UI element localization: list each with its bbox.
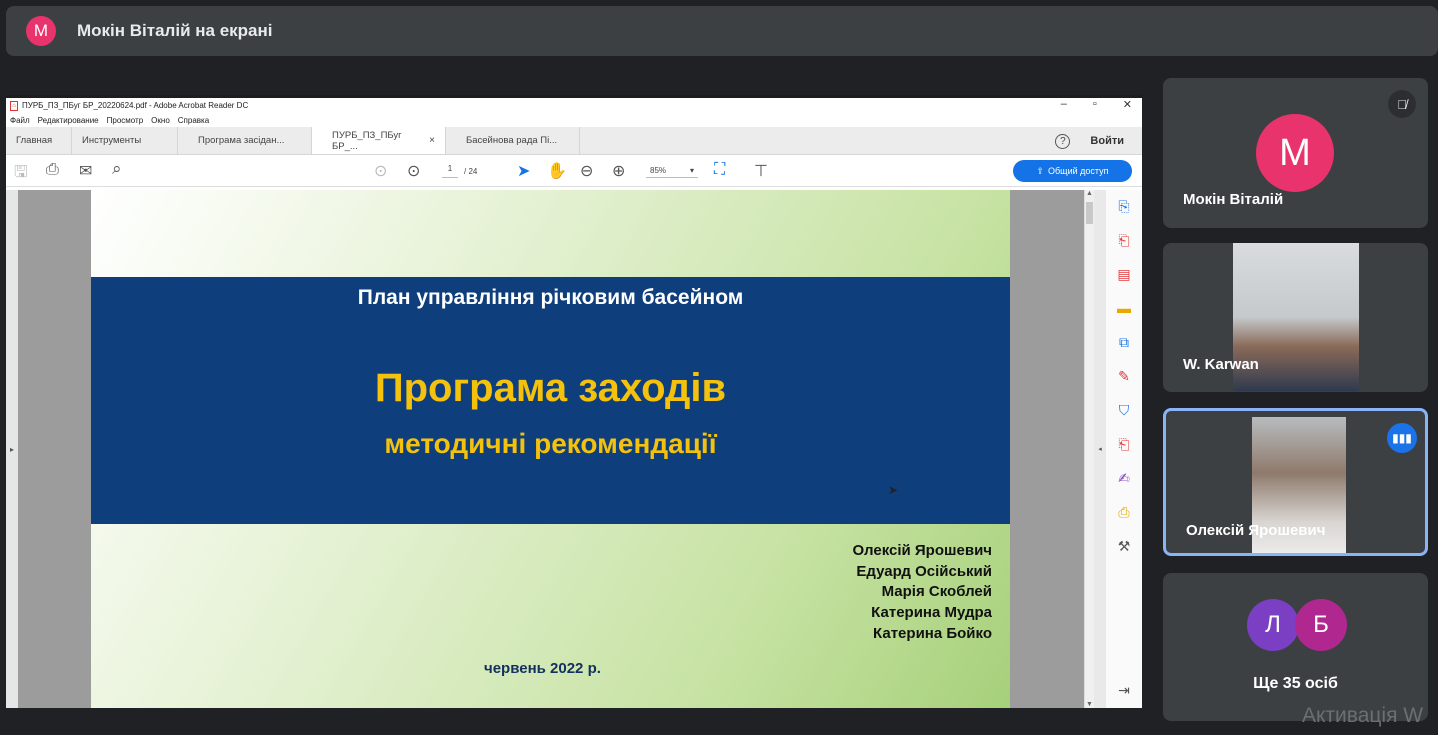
left-panel-toggle[interactable]: ▸ [6, 190, 18, 708]
print-icon[interactable]: ⎙ [46, 161, 59, 179]
menu-bar: Файл Редактирование Просмотр Окно Справк… [6, 113, 1142, 127]
tab-doc-basin[interactable]: Басейнова рада Пі... [446, 127, 580, 154]
hand-tool-icon[interactable]: ✋ [547, 161, 567, 181]
participant-name: Мокін Віталій [1183, 191, 1284, 208]
zoom-select[interactable]: 85% ▾ [646, 164, 698, 178]
author: Катерина Бойко [873, 624, 992, 642]
comment-icon[interactable]: ▬ [1116, 300, 1132, 316]
tools-panel: ⎘ ⎗ ▤ ▬ ⧉ ✎ ⛉ ⎗ ✍ ⎙ ⚒ ⇥ [1106, 190, 1142, 708]
annotate-icon[interactable]: ⊤ [754, 161, 768, 181]
participant-tile[interactable]: M 🎙̸ Мокін Віталій [1163, 78, 1428, 228]
organize-pages-icon[interactable]: ⎙ [1116, 504, 1132, 520]
close-icon[interactable]: ✕ [1123, 98, 1132, 111]
presenter-banner: M Мокін Віталій на екрані [6, 6, 1438, 56]
author: Олексій Ярошевич [852, 542, 992, 559]
fill-sign-icon[interactable]: ✎ [1116, 368, 1132, 384]
save-icon[interactable]: 🖫 [14, 161, 28, 188]
shared-screen[interactable]: ⌂ ПУРБ_ПЗ_ПБуг БР_20220624.pdf - Adobe A… [6, 95, 1142, 708]
tab-tools[interactable]: Инструменты [72, 127, 178, 154]
maximize-icon[interactable]: ▫ [1093, 98, 1097, 111]
help-icon[interactable]: ? [1055, 133, 1071, 149]
more-participants-label: Ще 35 осіб [1253, 675, 1338, 692]
slide-date: червень 2022 р. [484, 660, 601, 677]
slide-authors: Олексій Ярошевич Едуард Осійський Марія … [853, 541, 992, 645]
combine-files-icon[interactable]: ⧉ [1116, 334, 1132, 350]
collapse-panel-icon[interactable]: ⇥ [1116, 682, 1132, 698]
tab-home[interactable]: Главная [6, 127, 72, 154]
slide-title: Програма заходів [374, 366, 727, 410]
document-area[interactable]: ▸ План управління річковим басейном Прог… [6, 190, 1142, 708]
participant-name: W. Karwan [1183, 356, 1259, 373]
menu-file[interactable]: Файл [10, 116, 30, 125]
window-titlebar: ⌂ ПУРБ_ПЗ_ПБуг БР_20220624.pdf - Adobe A… [6, 95, 1142, 113]
author: Катерина Мудра [871, 604, 992, 622]
menu-help[interactable]: Справка [178, 116, 209, 125]
next-page-icon[interactable]: ⊙ [407, 161, 420, 181]
email-icon[interactable]: ✉ [79, 161, 92, 181]
tab-doc-purb[interactable]: ПУРБ_ПЗ_ПБуг БР_... × [312, 127, 446, 154]
scroll-down-icon[interactable]: ▼ [1086, 701, 1093, 708]
menu-view[interactable]: Просмотр [107, 116, 144, 125]
author: Марія Скоблей [881, 583, 992, 601]
tab-doc-program[interactable]: Програма засідан... [178, 127, 312, 154]
presenter-avatar: M [26, 16, 56, 46]
edit-pdf-icon[interactable]: ▤ [1116, 266, 1132, 282]
menu-edit[interactable]: Редактирование [38, 116, 99, 125]
speaking-indicator-icon: ▮▮▮ [1387, 423, 1417, 453]
share-button[interactable]: ⇪ Общий доступ [1013, 160, 1132, 182]
slide-subtitle: План управління річковим басейном [357, 286, 744, 309]
pdf-file-icon: ⌂ [10, 100, 18, 111]
zoom-out-icon[interactable]: ⊖ [580, 161, 593, 181]
fit-page-icon[interactable]: ⛶ [714, 161, 725, 179]
presenter-text: Мокін Віталій на екрані [77, 21, 273, 40]
more-tools-icon[interactable]: ⚒ [1116, 538, 1132, 554]
page-input[interactable]: 1 [442, 164, 458, 178]
share-icon: ⇪ [1036, 165, 1045, 176]
login-button[interactable]: Войти [1090, 135, 1124, 147]
participant-name: Олексій Ярошевич [1186, 522, 1326, 539]
signature-icon[interactable]: ✍ [1116, 470, 1132, 486]
menu-window[interactable]: Окно [151, 116, 170, 125]
slide-page: План управління річковим басейном Програ… [91, 190, 1010, 708]
participant-avatar: M [1256, 114, 1334, 192]
page-indicator: 1 / 24 [442, 164, 477, 178]
windows-activation-watermark: Активація W [1302, 704, 1424, 727]
minimize-icon[interactable]: – [1061, 98, 1067, 111]
participant-tile[interactable]: W. Karwan [1163, 243, 1428, 392]
create-pdf-icon[interactable]: ⎗ [1116, 232, 1132, 248]
more-participants-tile[interactable]: Л Б Ще 35 осіб [1163, 573, 1428, 721]
pdf-tool-icon[interactable]: ⎗ [1116, 436, 1132, 452]
window-title: ПУРБ_ПЗ_ПБуг БР_20220624.pdf - Adobe Acr… [22, 101, 249, 110]
mouse-cursor-icon: ➤ [888, 483, 899, 497]
select-tool-icon[interactable]: ➤ [517, 161, 530, 181]
participant-avatar: Б [1295, 599, 1347, 651]
slide-title-secondary: методичні рекомендації [384, 428, 717, 459]
export-pdf-icon[interactable]: ⎘ [1116, 198, 1132, 214]
protect-icon[interactable]: ⛉ [1116, 402, 1132, 418]
prev-page-icon[interactable]: ⊙ [374, 161, 387, 181]
zoom-in-icon[interactable]: ⊕ [612, 161, 625, 181]
participant-tile-active[interactable]: ▮▮▮ Олексій Ярошевич [1163, 408, 1428, 556]
toolbar: 🖫 ⎙ ✉ ⌕ ⊙ ⊙ 1 / 24 ➤ ✋ ⊖ ⊕ 85% ▾ ⛶ ⊤ ⇪ Об… [6, 155, 1142, 187]
tab-bar: Главная Инструменты Програма засідан... … [6, 127, 1142, 155]
scroll-up-icon[interactable]: ▲ [1086, 190, 1093, 197]
scroll-thumb[interactable] [1086, 202, 1093, 224]
participant-avatar: Л [1247, 599, 1299, 651]
tab-close-icon[interactable]: × [429, 135, 435, 146]
page-total: / 24 [464, 166, 478, 176]
vertical-scrollbar[interactable]: ▲ ▼ [1084, 190, 1094, 708]
search-icon[interactable]: ⌕ [112, 159, 122, 179]
right-panel-toggle[interactable]: ◂ [1094, 190, 1106, 708]
author: Едуард Осійський [856, 562, 992, 580]
mic-off-icon: 🎙̸ [1388, 90, 1416, 118]
